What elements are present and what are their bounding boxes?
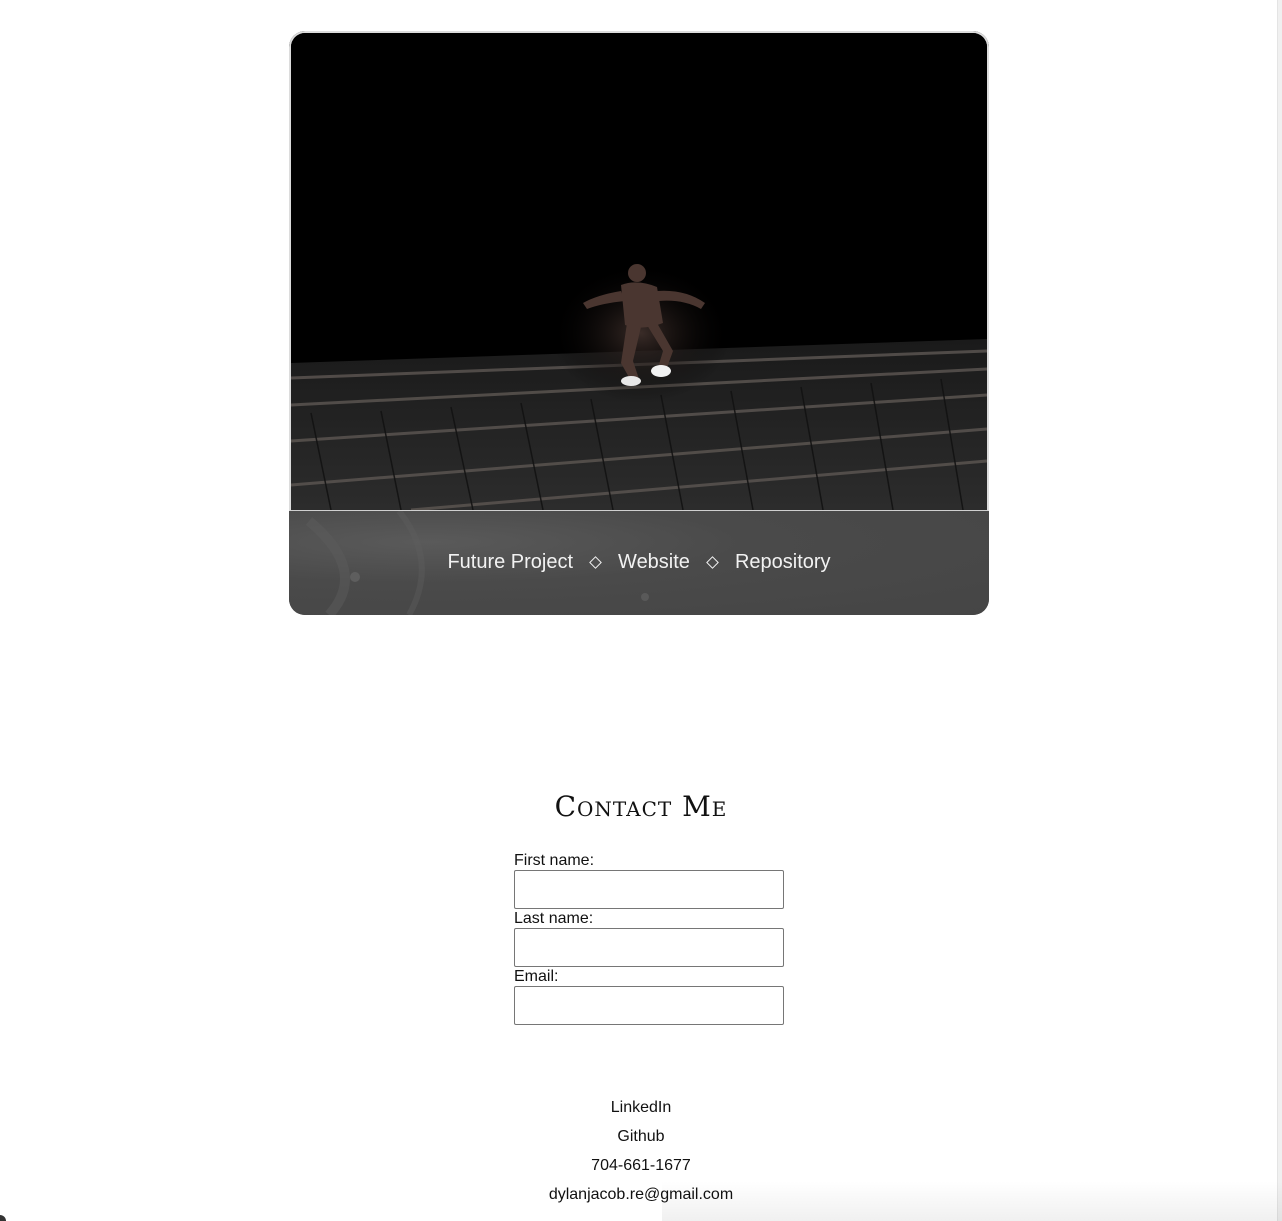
website-link[interactable]: Website bbox=[618, 551, 690, 574]
repository-link[interactable]: Repository bbox=[735, 551, 831, 574]
contact-title: Contact Me bbox=[554, 790, 728, 823]
project-card: Future Project Website Repository bbox=[289, 31, 989, 615]
project-caption-bar: Future Project Website Repository bbox=[289, 511, 989, 615]
github-link[interactable]: Github bbox=[0, 1122, 1282, 1151]
contact-form: First name: Last name: Email: bbox=[514, 851, 786, 1025]
diamond-icon bbox=[589, 555, 602, 569]
scrollbar[interactable] bbox=[1277, 0, 1282, 1221]
phone-number: 704-661-1677 bbox=[591, 1157, 691, 1174]
email-link[interactable]: dylanjacob.re@gmail.com bbox=[0, 1180, 1282, 1209]
last-name-input[interactable] bbox=[514, 928, 784, 967]
linkedin-link[interactable]: LinkedIn bbox=[0, 1093, 1282, 1122]
first-name-label: First name: bbox=[514, 852, 595, 869]
future-project-link[interactable]: Future Project bbox=[447, 551, 573, 574]
email-input[interactable] bbox=[514, 986, 784, 1025]
diamond-icon bbox=[706, 555, 719, 569]
sprinter-photo bbox=[291, 33, 987, 510]
hero-image bbox=[289, 31, 989, 511]
project-links: Future Project Website Repository bbox=[447, 551, 830, 574]
contact-links: LinkedIn Github 704-661-1677 dylanjacob.… bbox=[0, 1093, 1282, 1209]
window-corner bbox=[0, 1215, 6, 1221]
email-label: Email: bbox=[514, 968, 559, 985]
last-name-label: Last name: bbox=[514, 910, 594, 927]
first-name-input[interactable] bbox=[514, 870, 784, 909]
